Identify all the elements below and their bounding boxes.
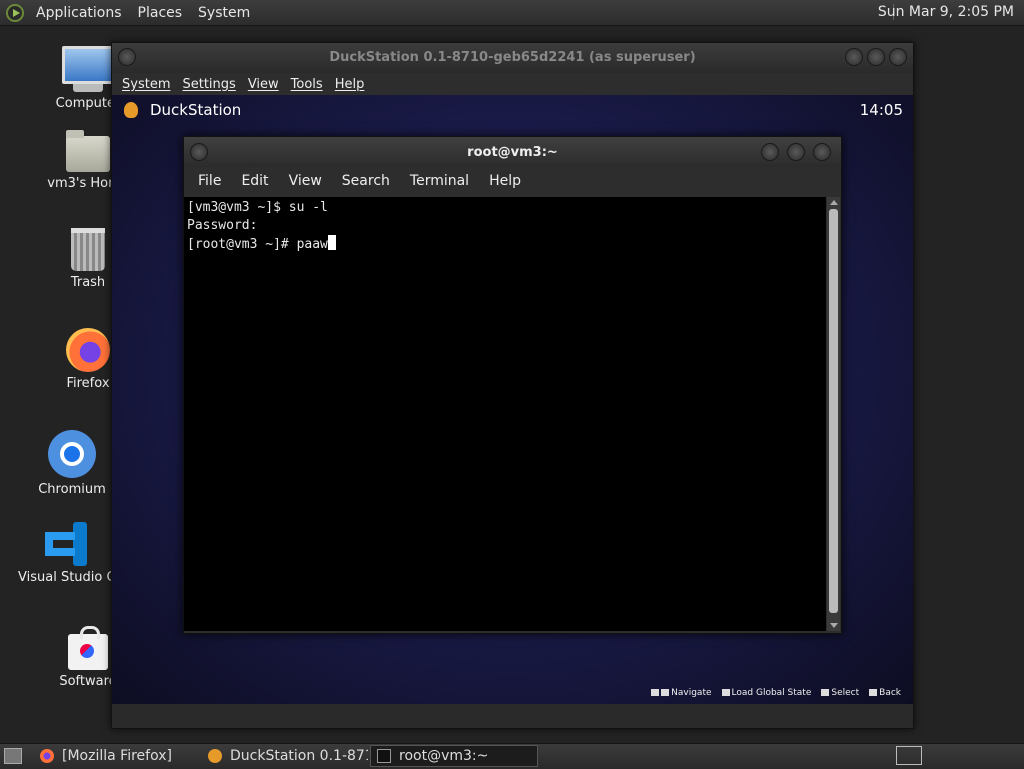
menu-terminal[interactable]: Terminal [400,173,479,189]
duckstation-statusbar [112,704,913,728]
software-icon [68,626,108,670]
terminal-icon [377,749,391,763]
hint-load-global-state: Load Global State [721,688,812,698]
duckstation-header-title: DuckStation [150,101,242,119]
terminal-line: [vm3@vm3 ~]$ su -l [187,200,328,215]
computer-icon [62,46,114,84]
panel-clock[interactable]: Sun Mar 9, 2:05 PM [878,4,1014,20]
terminal-menubar: File Edit View Search Terminal Help [184,167,841,195]
show-desktop-icon[interactable] [4,748,22,764]
duckstation-window-title: DuckStation 0.1-8710-geb65d2241 (as supe… [329,50,696,65]
terminal-line: [root@vm3 ~]# paaw [187,237,328,252]
workspace-switcher[interactable] [896,746,922,765]
duckstation-header: DuckStation [124,101,241,119]
vscode-icon [43,522,87,566]
menu-settings[interactable]: Settings [176,77,241,92]
menu-help[interactable]: Help [479,173,531,189]
bottom-taskbar: [Mozilla Firefox] DuckStation 0.1-871...… [0,743,1024,769]
firefox-icon [66,328,110,372]
maximize-button[interactable] [867,48,885,66]
desktop-icon-label: Chromium [38,482,106,497]
dpad-icon [661,689,670,696]
task-label: DuckStation 0.1-871... [230,748,368,764]
minimize-button[interactable] [761,143,779,161]
computer-icon-base [73,84,103,92]
hint-label: Load Global State [731,688,812,698]
menu-tools[interactable]: Tools [285,77,329,92]
menu-view[interactable]: View [279,173,332,189]
close-button[interactable] [889,48,907,66]
duckstation-menubar: System Settings View Tools Help [112,73,913,95]
desktop-icon-label: Visual Studio Code [18,570,111,585]
button-icon [821,689,830,696]
distro-logo-icon[interactable] [6,3,24,22]
hint-label: Back [879,688,901,698]
hint-label: Navigate [671,688,712,698]
duckstation-logo-icon [208,749,222,763]
scroll-down-icon[interactable] [830,623,838,628]
duckstation-titlebar[interactable]: DuckStation 0.1-8710-geb65d2241 (as supe… [112,43,913,73]
hint-back: Back [869,688,901,698]
task-firefox[interactable]: [Mozilla Firefox] [34,745,198,767]
task-terminal[interactable]: root@vm3:~ [370,745,538,767]
terminal-scrollbar[interactable] [827,197,840,631]
terminal-titlebar[interactable]: root@vm3:~ [184,137,841,167]
desktop-icon-vscode[interactable]: Visual Studio Code [18,522,111,585]
menu-applications[interactable]: Applications [28,5,130,21]
terminal-window-title: root@vm3:~ [467,145,558,160]
trash-icon [71,228,105,271]
maximize-button[interactable] [787,143,805,161]
menu-view[interactable]: View [242,77,285,92]
top-panel: Applications Places System Sun Mar 9, 2:… [0,0,1024,26]
terminal-line: Password: [187,218,258,233]
menu-edit[interactable]: Edit [231,173,278,189]
menu-file[interactable]: File [188,173,231,189]
menu-system[interactable]: System [116,77,176,92]
dpad-icon [651,689,660,696]
text-cursor [327,235,336,250]
menu-search[interactable]: Search [332,173,400,189]
menu-system[interactable]: System [190,5,258,21]
terminal-window[interactable]: root@vm3:~ File Edit View Search Termina… [183,136,842,634]
hint-navigate: Navigate [651,688,712,698]
button-icon [721,689,730,696]
minimize-button[interactable] [845,48,863,66]
desktop-icon-chromium[interactable]: Chromium [22,430,122,497]
controller-hints: Navigate Load Global State Select Back [651,688,901,698]
hint-label: Select [831,688,860,698]
terminal-screen[interactable]: [vm3@vm3 ~]$ su -l Password: [root@vm3 ~… [184,197,826,631]
task-label: [Mozilla Firefox] [62,748,172,764]
duckstation-logo-icon [124,102,138,118]
task-label: root@vm3:~ [399,748,489,764]
chromium-icon [48,430,96,478]
terminal-current-line: [root@vm3 ~]# paaw [187,235,823,254]
scroll-up-icon[interactable] [830,200,838,205]
menu-places[interactable]: Places [130,5,191,21]
close-button[interactable] [813,143,831,161]
menu-help[interactable]: Help [329,77,371,92]
home-folder-icon [66,130,110,172]
duckstation-time: 14:05 [859,101,903,119]
firefox-icon [40,749,54,763]
task-duckstation[interactable]: DuckStation 0.1-871... [202,745,368,767]
button-icon [869,689,878,696]
hint-select: Select [821,688,859,698]
scrollbar-thumb[interactable] [829,209,838,613]
